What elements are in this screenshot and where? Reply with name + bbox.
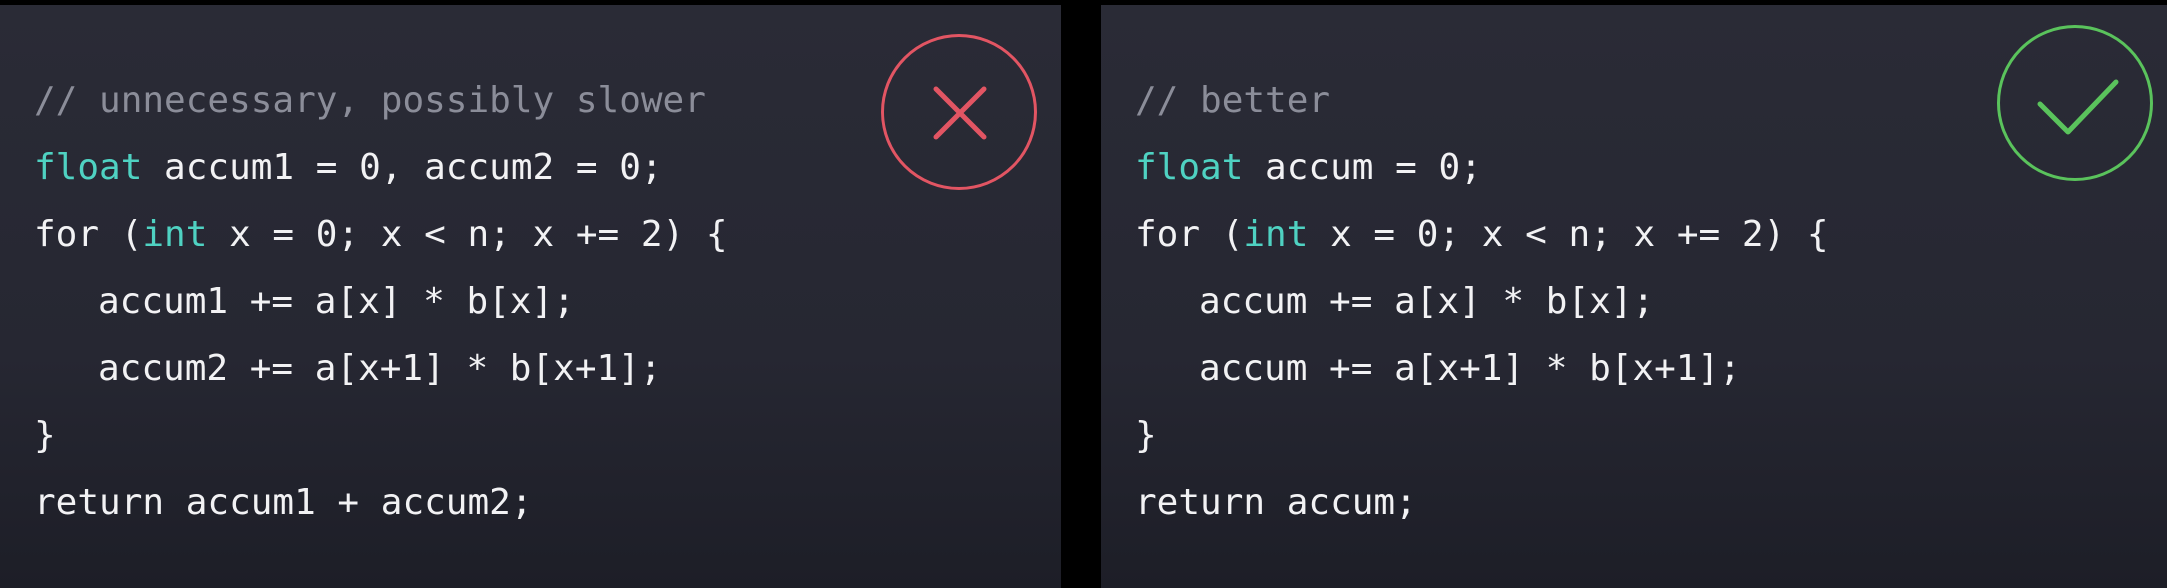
code-for-line: for (int x = 0; x < n; x += 2) { [1135,201,1829,268]
code-loop-body-line: accum1 += a[x] * b[x]; [34,268,728,335]
code-declaration-line: float accum = 0; [1135,134,1829,201]
code-text: x = 0; x < n; x += 2) { [1308,214,1829,255]
code-return-line: return accum1 + accum2; [34,469,728,536]
bad-example-panel: // unnecessary, possibly slower float ac… [0,5,1061,588]
code-closing-brace-line: } [1135,402,1829,469]
check-icon [1997,25,2153,181]
code-loop-body-line: accum += a[x] * b[x]; [1135,268,1829,335]
code-text: accum1 = 0, accum2 = 0; [142,147,663,188]
good-code-block: // better float accum = 0; for (int x = … [1135,67,1829,536]
code-loop-body-line: accum2 += a[x+1] * b[x+1]; [34,335,728,402]
keyword-int: int [142,214,208,255]
code-comment-line: // unnecessary, possibly slower [34,67,728,134]
code-comment-line: // better [1135,67,1829,134]
code-comment: // unnecessary, possibly slower [34,80,706,121]
code-text: } [34,415,56,456]
cross-icon-glyph [933,86,987,140]
cross-icon [881,34,1037,190]
good-example-panel: // better float accum = 0; for (int x = … [1101,5,2167,588]
keyword-float: float [34,147,143,188]
code-text: accum1 += a[x] * b[x]; [98,281,575,322]
code-closing-brace-line: } [34,402,728,469]
code-loop-body-line: accum += a[x+1] * b[x+1]; [1135,335,1829,402]
code-text: for ( [34,214,143,255]
code-text: accum += a[x+1] * b[x+1]; [1199,348,1741,389]
code-text: accum = 0; [1243,147,1482,188]
code-text: return accum; [1135,482,1417,523]
code-text: } [1135,415,1157,456]
code-text: for ( [1135,214,1244,255]
code-comment: // better [1135,80,1331,121]
code-text: accum2 += a[x+1] * b[x+1]; [98,348,662,389]
code-for-line: for (int x = 0; x < n; x += 2) { [34,201,728,268]
code-declaration-line: float accum1 = 0, accum2 = 0; [34,134,728,201]
code-text: x = 0; x < n; x += 2) { [207,214,728,255]
code-return-line: return accum; [1135,469,1829,536]
code-text: accum += a[x] * b[x]; [1199,281,1655,322]
keyword-int: int [1243,214,1309,255]
keyword-float: float [1135,147,1244,188]
check-icon-glyph [2037,79,2119,135]
bad-code-block: // unnecessary, possibly slower float ac… [34,67,728,536]
code-text: return accum1 + accum2; [34,482,533,523]
